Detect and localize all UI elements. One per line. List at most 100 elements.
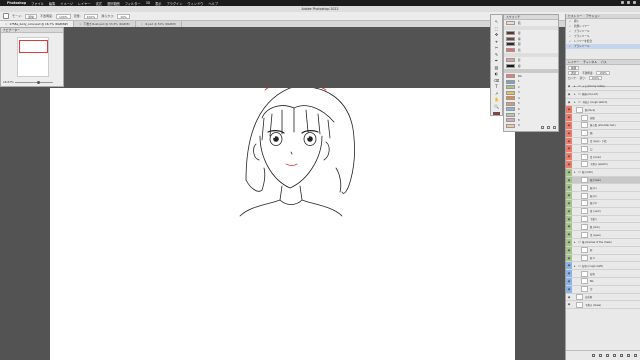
eye-icon[interactable]: ◉ xyxy=(566,114,572,121)
navigator-thumbnail[interactable] xyxy=(17,37,49,77)
eye-icon[interactable]: ◉ xyxy=(566,129,572,137)
new-swatch-icon[interactable] xyxy=(547,126,550,129)
layer-opacity-field[interactable]: 100% xyxy=(596,71,610,75)
zoom-slider[interactable] xyxy=(15,81,53,84)
layer-row[interactable]: ◉ 服 (main) xyxy=(566,176,640,185)
swatch-group[interactable] xyxy=(504,68,558,73)
tab-actions[interactable]: アクション xyxy=(586,14,600,18)
tab-channels[interactable]: チャンネル xyxy=(583,60,597,64)
eye-icon[interactable]: ◉ xyxy=(566,184,572,192)
history-item[interactable]: ✓ ブラシツール xyxy=(566,44,640,49)
layer-row[interactable]: ◉ 下塗り xyxy=(566,215,640,224)
smoothing-field[interactable]: 10% xyxy=(117,13,130,19)
layer-row[interactable]: ◉ 空 xyxy=(566,285,640,294)
tab-paths[interactable]: パス xyxy=(601,60,607,64)
marquee-tool-icon[interactable]: ⬚ xyxy=(493,26,500,31)
layer-row[interactable]: ◉ 影 xyxy=(566,246,640,255)
kind-filter[interactable]: 種類 xyxy=(568,66,580,70)
eye-icon[interactable]: ◉ xyxy=(566,285,572,293)
menu-type[interactable]: 書式 xyxy=(96,1,102,6)
layer-row[interactable]: ◉ 後ろ髪 (shoulder-hair) xyxy=(566,121,640,130)
eye-icon[interactable]: ◉ xyxy=(566,83,572,90)
tab-history[interactable]: ヒストリー xyxy=(568,14,582,18)
menu-image[interactable]: イメージ xyxy=(60,1,73,6)
eye-icon[interactable]: ◉ xyxy=(566,246,572,254)
pen-tool-icon[interactable]: ✒ xyxy=(493,58,500,63)
eye-icon[interactable]: ◉ xyxy=(566,121,572,129)
crop-tool-icon[interactable]: ⌖ xyxy=(493,39,500,44)
flow-field[interactable]: 100% xyxy=(83,13,99,19)
menu-edit[interactable]: 編集 xyxy=(49,1,55,6)
gradient-tool-icon[interactable]: ▨ xyxy=(493,65,500,70)
eye-icon[interactable]: ◉ xyxy=(566,262,572,270)
zoom-slider-knob[interactable] xyxy=(37,81,40,84)
eye-icon[interactable]: ◉ xyxy=(566,223,572,231)
eye-icon[interactable]: ◉ xyxy=(566,176,572,184)
eye-icon[interactable]: ◉ xyxy=(566,277,572,285)
slice-tool-icon[interactable]: ✂ xyxy=(493,45,500,50)
layer-row[interactable]: ◉ 白背景 xyxy=(566,293,640,302)
menu-file[interactable]: ファイル xyxy=(31,1,44,6)
menu-plugins[interactable]: プラグイン xyxy=(166,1,182,6)
close-icon[interactable]: × xyxy=(5,22,7,26)
eye-icon[interactable]: ◉ xyxy=(566,254,572,262)
eraser-tool-icon[interactable]: ⌫ xyxy=(493,78,500,83)
menu-layer[interactable]: レイヤー xyxy=(78,1,91,6)
lasso-tool-icon[interactable]: ✥ xyxy=(493,32,500,37)
layer-row[interactable]: ◉ 背景 xyxy=(566,270,640,278)
eye-icon[interactable]: ◉ xyxy=(566,238,572,246)
layer-row[interactable]: ◉ 影 2 xyxy=(566,254,640,263)
layer-row[interactable]: ◉ 服 (2) xyxy=(566,192,640,200)
layer-row[interactable]: ◉ ▸ ▭ 服 (cloth) xyxy=(566,168,640,177)
eye-icon[interactable]: ◉ xyxy=(566,199,572,207)
new-group-icon[interactable] xyxy=(541,126,544,129)
layer-row[interactable]: ◉ ▸ ▭ 瞳 (shadow of the cheek) xyxy=(566,238,640,247)
menu-app[interactable]: Photoshop xyxy=(7,1,26,5)
eye-icon[interactable]: ◉ xyxy=(566,293,572,301)
fill-field[interactable]: 100% xyxy=(588,76,603,80)
foreground-color-swatch[interactable] xyxy=(493,112,500,115)
eye-icon[interactable]: ◉ xyxy=(566,106,572,114)
mode-select[interactable]: 通常 xyxy=(25,13,38,19)
menu-select[interactable]: 選択範囲 xyxy=(107,1,120,6)
layer-row[interactable]: ◉ ▸ ▭ メモ (for my notes) xyxy=(566,83,640,91)
layer-row[interactable]: ◉ 目 (inner) xyxy=(566,153,640,161)
type-tool-icon[interactable]: T xyxy=(493,84,500,89)
trash-icon[interactable] xyxy=(634,354,637,357)
eye-icon[interactable]: ◉ xyxy=(566,231,572,238)
document-canvas[interactable] xyxy=(50,88,515,360)
brush-tool-icon[interactable]: ✎ xyxy=(493,52,500,57)
mask-icon[interactable] xyxy=(606,354,609,357)
path-select-tool-icon[interactable]: ↗ xyxy=(493,91,500,96)
layer-row[interactable]: ◉ ▸ ▭ 線画 (line art) xyxy=(566,90,640,99)
menu-3d[interactable]: 3D xyxy=(146,1,150,5)
menu-filter[interactable]: フィルター xyxy=(125,1,141,6)
tab-layers[interactable]: レイヤー xyxy=(568,60,579,64)
menu-view[interactable]: 表示 xyxy=(155,1,161,6)
eye-icon[interactable]: ◉ xyxy=(566,98,572,106)
navigator-zoom[interactable]: 16.67% xyxy=(3,80,14,84)
layer-row[interactable]: ◉ 服 (3) xyxy=(566,199,640,208)
layer-row[interactable]: ◉ ▸ ▭ 下描き (rough sketch) xyxy=(566,98,640,107)
eye-icon[interactable]: ◉ xyxy=(566,168,572,176)
move-tool-icon[interactable]: ↖ xyxy=(493,19,500,24)
eye-icon[interactable]: ◉ xyxy=(566,215,572,223)
dodge-tool-icon[interactable]: ◐ xyxy=(493,71,500,76)
menu-help[interactable]: ヘルプ xyxy=(208,1,218,6)
search-icon[interactable] xyxy=(627,1,630,4)
eye-icon[interactable]: ◉ xyxy=(566,137,572,145)
layer-row[interactable]: ◉ 下書き (sketch) xyxy=(566,160,640,169)
trash-icon[interactable] xyxy=(553,126,556,129)
folder-icon[interactable] xyxy=(620,354,623,357)
layer-row[interactable]: ◉ 下書き (mass) xyxy=(566,301,640,310)
layer-row[interactable]: ◉ BG xyxy=(566,277,640,286)
opacity-field[interactable]: 100% xyxy=(56,13,71,19)
eye-icon[interactable]: ◉ xyxy=(566,192,572,199)
wifi-icon[interactable] xyxy=(621,1,624,4)
eye-icon[interactable]: ◉ xyxy=(566,145,572,153)
eye-icon[interactable]: ◉ xyxy=(566,90,572,98)
link-icon[interactable] xyxy=(592,354,595,357)
layer-row[interactable]: ◉ 口 xyxy=(566,145,640,154)
adjustment-icon[interactable] xyxy=(613,354,616,357)
blend-mode-select[interactable]: 通常 xyxy=(568,71,580,75)
